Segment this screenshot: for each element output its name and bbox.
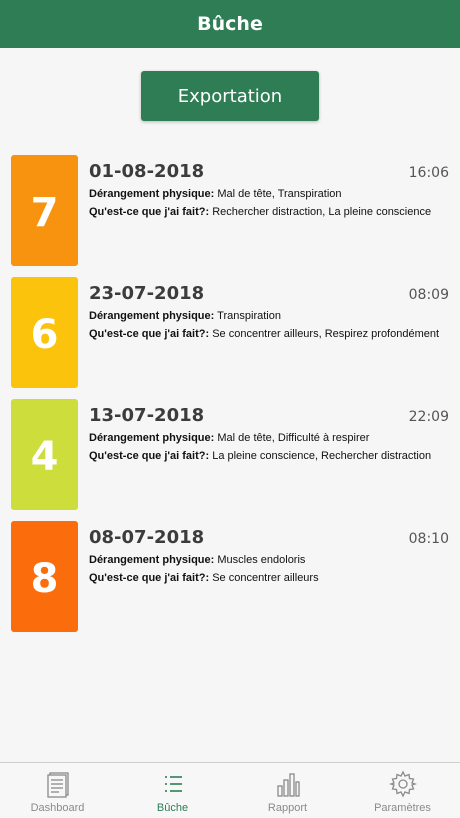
physical-label: Dérangement physique: [89, 554, 215, 566]
gear-icon [388, 770, 417, 798]
tab-label: Rapport [267, 802, 308, 814]
actions-value: La pleine conscience, Rechercher distrac… [212, 450, 432, 462]
log-entry[interactable]: 7 01-08-2018 16:06 Dérangement physique:… [0, 155, 460, 266]
entry-date: 23-07-2018 [89, 283, 205, 304]
actions-row: Qu'est-ce que j'ai fait?: La pleine cons… [89, 450, 431, 462]
bottom-tab-bar: Dashboard Bûche Rapport Paramètres [0, 762, 460, 818]
log-entry[interactable]: 6 23-07-2018 08:09 Dérangement physique:… [0, 277, 460, 388]
physical-disturbance-row: Dérangement physique: Muscles endoloris [89, 554, 305, 566]
actions-label: Qu'est-ce que j'ai fait?: [89, 450, 210, 462]
physical-value: Mal de tête, Difficulté à respirer [217, 432, 370, 444]
actions-value: Se concentrer ailleurs [212, 572, 319, 584]
entry-time: 08:09 [408, 287, 449, 303]
actions-label: Qu'est-ce que j'ai fait?: [89, 328, 210, 340]
actions-value: Se concentrer ailleurs, Respirez profond… [212, 328, 440, 340]
app-header: Bûche [0, 0, 460, 48]
actions-row: Qu'est-ce que j'ai fait?: Se concentrer … [89, 328, 439, 340]
tab-dashboard[interactable]: Dashboard [0, 763, 115, 818]
score-badge: 6 [11, 277, 78, 388]
export-button[interactable]: Exportation [141, 71, 319, 121]
score-badge: 8 [11, 521, 78, 632]
actions-row: Qu'est-ce que j'ai fait?: Se concentrer … [89, 572, 319, 584]
physical-disturbance-row: Dérangement physique: Transpiration [89, 310, 281, 322]
physical-value: Mal de tête, Transpiration [217, 188, 342, 200]
actions-label: Qu'est-ce que j'ai fait?: [89, 206, 210, 218]
entry-time: 08:10 [408, 531, 449, 547]
log-list: 7 01-08-2018 16:06 Dérangement physique:… [0, 155, 460, 643]
page-title: Bûche [197, 13, 263, 35]
bar-chart-icon [276, 773, 300, 797]
tab-log[interactable]: Bûche [115, 763, 230, 818]
tab-label: Bûche [156, 802, 189, 814]
entry-time: 16:06 [408, 165, 449, 181]
score-badge: 4 [11, 399, 78, 510]
physical-disturbance-row: Dérangement physique: Mal de tête, Trans… [89, 188, 342, 200]
entry-date: 13-07-2018 [89, 405, 205, 426]
score-badge: 7 [11, 155, 78, 266]
tab-report[interactable]: Rapport [230, 763, 345, 818]
entry-time: 22:09 [408, 409, 449, 425]
document-icon [46, 772, 69, 798]
actions-row: Qu'est-ce que j'ai fait?: Rechercher dis… [89, 206, 431, 218]
log-entry[interactable]: 8 08-07-2018 08:10 Dérangement physique:… [0, 521, 460, 632]
physical-label: Dérangement physique: [89, 188, 215, 200]
actions-value: Rechercher distraction, La pleine consci… [212, 206, 432, 218]
entry-date: 01-08-2018 [89, 161, 205, 182]
tab-label: Dashboard [30, 802, 85, 814]
entry-date: 08-07-2018 [89, 527, 205, 548]
tab-settings[interactable]: Paramètres [345, 763, 460, 818]
physical-disturbance-row: Dérangement physique: Mal de tête, Diffi… [89, 432, 369, 444]
list-icon [164, 776, 182, 792]
log-entry[interactable]: 4 13-07-2018 22:09 Dérangement physique:… [0, 399, 460, 510]
tab-label: Paramètres [374, 802, 431, 814]
physical-value: Transpiration [217, 310, 281, 322]
physical-value: Muscles endoloris [217, 554, 306, 566]
actions-label: Qu'est-ce que j'ai fait?: [89, 572, 210, 584]
physical-label: Dérangement physique: [89, 310, 215, 322]
physical-label: Dérangement physique: [89, 432, 215, 444]
export-container: Exportation [0, 71, 460, 121]
